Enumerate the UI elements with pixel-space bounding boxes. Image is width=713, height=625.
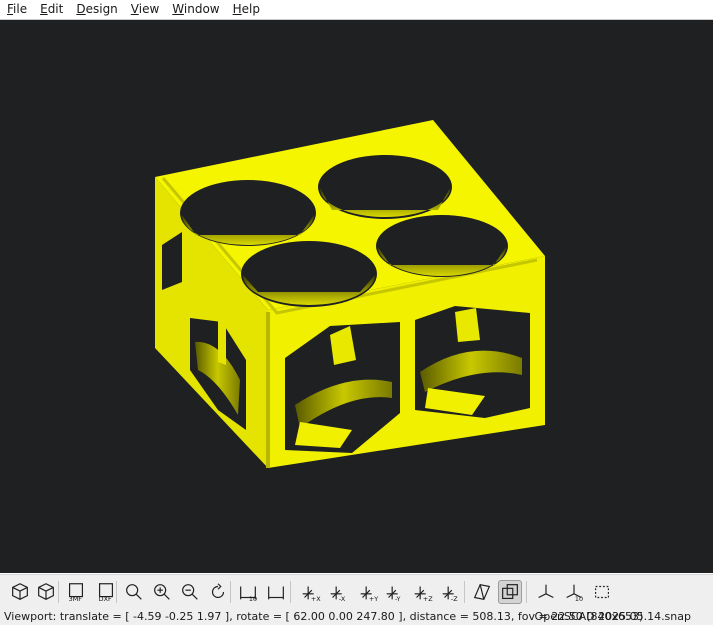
- 3d-viewport[interactable]: [0, 20, 713, 573]
- measure-angle-icon: [268, 586, 284, 600]
- show-scale-markers-button[interactable]: 10: [562, 580, 586, 604]
- view-bottom-icon: -Z: [442, 586, 458, 603]
- svg-text:-Y: -Y: [395, 595, 401, 603]
- export-3mf-icon: 3MF: [69, 583, 84, 603]
- svg-text:+Y: +Y: [369, 595, 378, 603]
- zoom-out-icon: [182, 584, 198, 600]
- svg-text:10: 10: [249, 595, 257, 603]
- export-dxf-icon: DXF: [99, 583, 114, 603]
- view-front-button[interactable]: -Y: [382, 580, 406, 604]
- show-edges-icon: [594, 585, 610, 599]
- zoom-out-button[interactable]: [178, 580, 202, 604]
- view-front-icon: -Y: [386, 586, 401, 603]
- version-label: OpenSCAD 2025.05.14.snap: [534, 610, 691, 623]
- reset-view-icon: [211, 583, 225, 599]
- toolbar-separator: [58, 581, 59, 603]
- toolbar-separator: [230, 581, 231, 603]
- view-bottom-button[interactable]: -Z: [438, 580, 462, 604]
- toolbar-separator: [116, 581, 117, 603]
- rendered-model: [155, 120, 545, 468]
- render-button[interactable]: [34, 580, 58, 604]
- zoom-in-button[interactable]: [150, 580, 174, 604]
- orthogonal-button[interactable]: [498, 580, 522, 604]
- perspective-button[interactable]: [470, 580, 494, 604]
- menu-file[interactable]: File: [0, 0, 33, 19]
- measure-distance-button[interactable]: 10: [236, 580, 260, 604]
- show-axes-button[interactable]: [534, 580, 558, 604]
- show-scale-markers-icon: 10: [566, 584, 583, 603]
- menu-bar: File Edit Design View Window Help: [0, 0, 713, 20]
- view-right-button[interactable]: +X: [298, 580, 322, 604]
- menu-view[interactable]: View: [124, 0, 165, 19]
- reset-view-button[interactable]: [206, 580, 230, 604]
- show-edges-button[interactable]: [590, 580, 614, 604]
- svg-text:-Z: -Z: [451, 595, 458, 603]
- view-all-icon: [126, 584, 142, 600]
- view-all-button[interactable]: [122, 580, 146, 604]
- toolbar: 3MF DXF 10 +X -X +Y -Y +Z -Z 10: [0, 574, 713, 608]
- orthogonal-icon: [502, 584, 518, 600]
- view-top-icon: +Z: [414, 586, 433, 603]
- view-left-button[interactable]: -X: [326, 580, 350, 604]
- view-back-button[interactable]: +Y: [356, 580, 380, 604]
- toolbar-separator: [526, 581, 527, 603]
- svg-text:10: 10: [575, 595, 583, 603]
- view-back-icon: +Y: [360, 586, 378, 603]
- view-top-button[interactable]: +Z: [410, 580, 434, 604]
- show-axes-icon: [538, 584, 554, 599]
- measure-angle-button[interactable]: [264, 580, 288, 604]
- menu-design[interactable]: Design: [69, 0, 123, 19]
- svg-text:3MF: 3MF: [69, 595, 83, 603]
- preview-button[interactable]: [8, 580, 32, 604]
- measure-distance-icon: 10: [240, 586, 257, 603]
- preview-icon: [12, 583, 28, 600]
- zoom-in-icon: [154, 584, 170, 600]
- view-left-icon: -X: [330, 586, 346, 603]
- svg-text:-X: -X: [339, 595, 346, 603]
- export-3mf-button[interactable]: 3MF: [64, 580, 88, 604]
- status-bar: Viewport: translate = [ -4.59 -0.25 1.97…: [0, 608, 713, 625]
- yellow-cube-model: [155, 120, 545, 468]
- svg-text:+Z: +Z: [423, 595, 433, 603]
- render-icon: [38, 583, 54, 600]
- menu-help[interactable]: Help: [226, 0, 266, 19]
- svg-text:+X: +X: [311, 595, 321, 603]
- svg-text:DXF: DXF: [99, 595, 112, 603]
- perspective-icon: [473, 583, 491, 601]
- toolbar-separator: [464, 581, 465, 603]
- menu-edit[interactable]: Edit: [33, 0, 69, 19]
- menu-window[interactable]: Window: [165, 0, 225, 19]
- export-dxf-button[interactable]: DXF: [94, 580, 118, 604]
- view-right-icon: +X: [302, 586, 321, 603]
- toolbar-separator: [290, 581, 291, 603]
